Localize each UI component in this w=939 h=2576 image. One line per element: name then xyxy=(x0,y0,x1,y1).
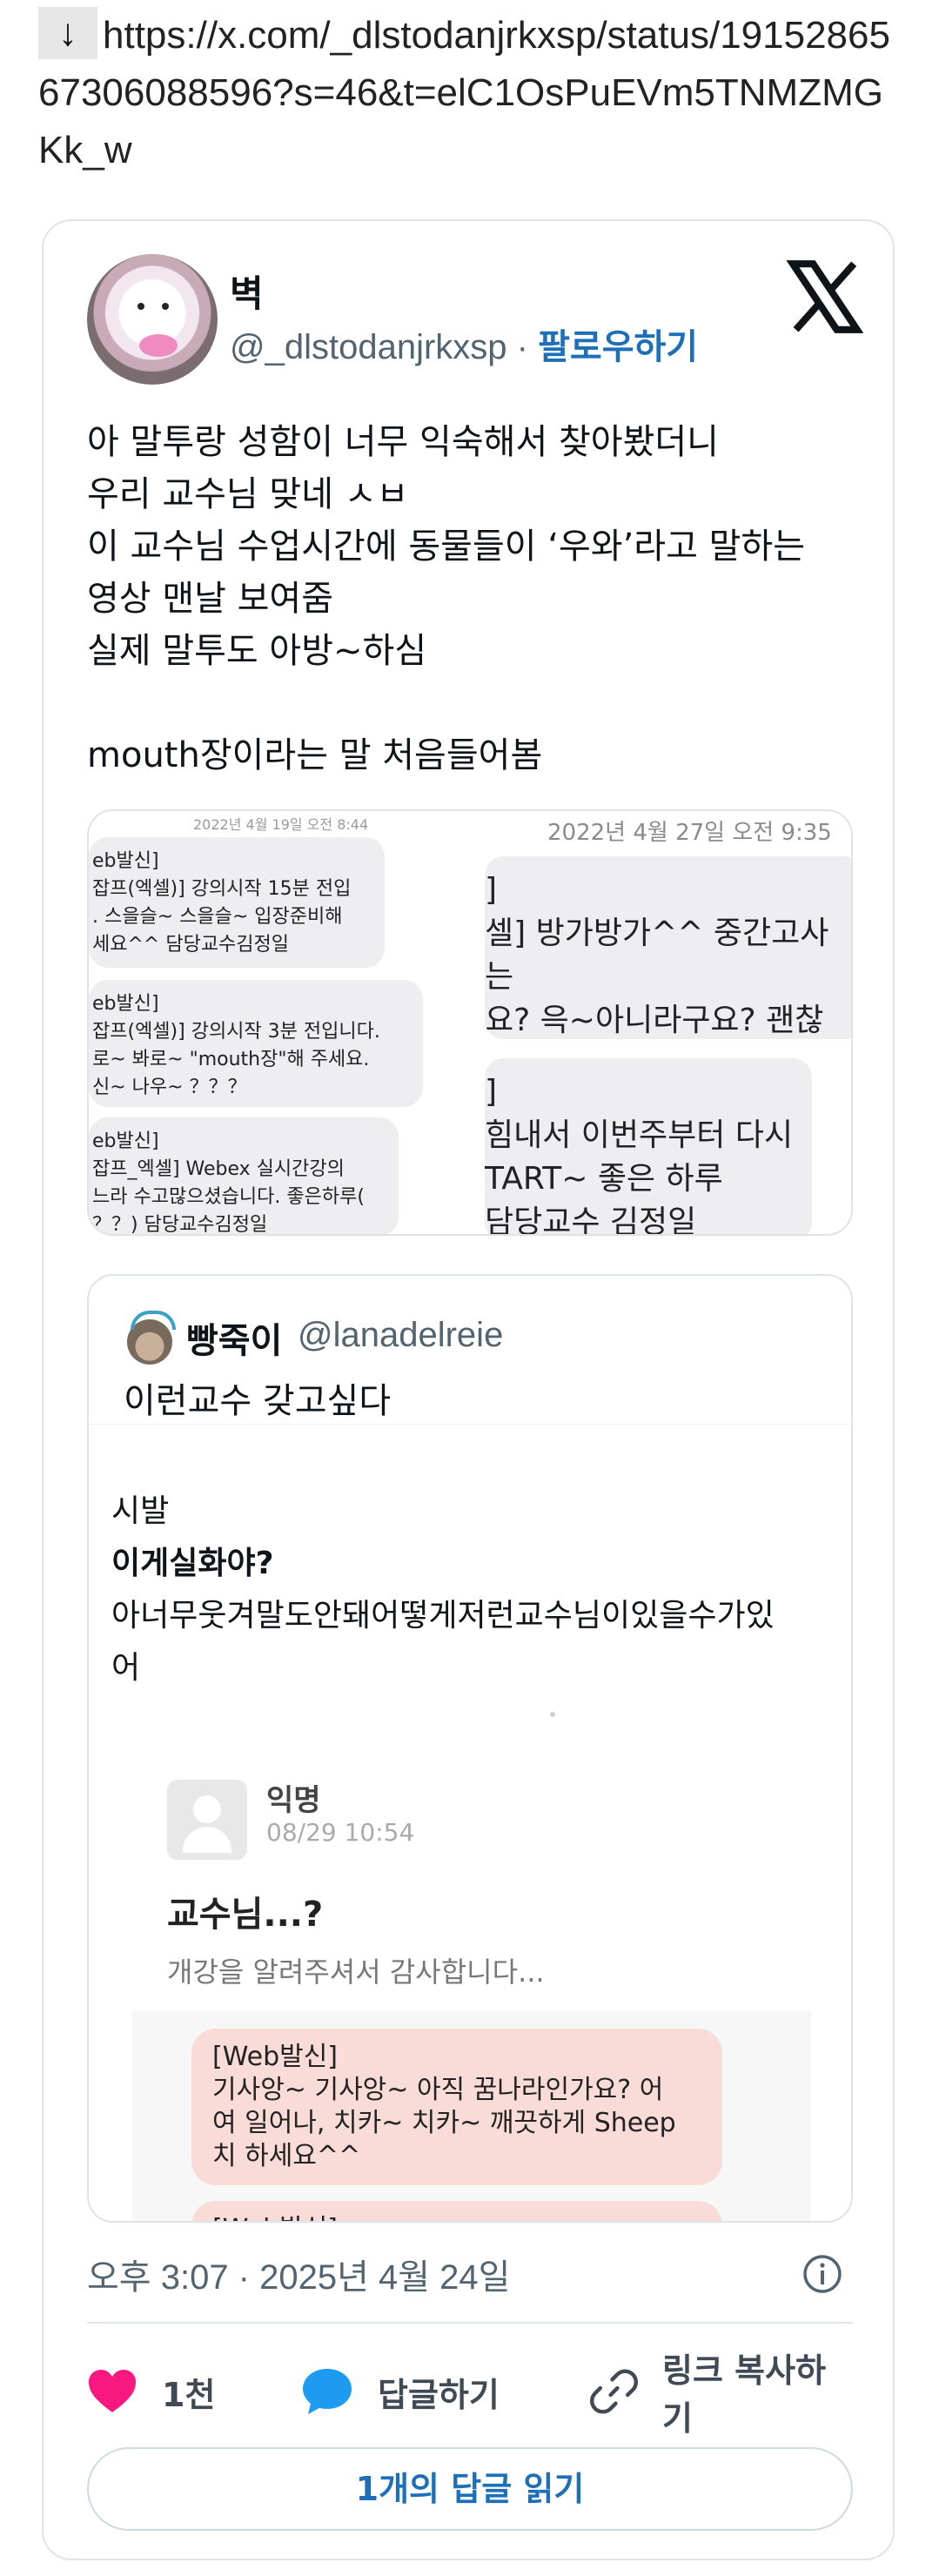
quote-image-caption: 시발이게실화야? 아너무웃겨말도안돼어떻게저런교수님이있을수가있 어 xyxy=(111,1486,834,1694)
down-arrow-icon: ↓ xyxy=(38,7,97,59)
x-logo-icon[interactable] xyxy=(785,258,863,336)
quote-avatar xyxy=(127,1311,176,1365)
quoted-tweet[interactable]: 빵죽이 @lanadelreie 이런교수 갖고싶다 시발이게실화야? 아너무웃겨… xyxy=(87,1274,853,2223)
divider xyxy=(87,2322,853,2324)
tweet-timestamp[interactable]: 오후 3:07 · 2025년 4월 24일 xyxy=(87,2249,510,2299)
read-replies-button[interactable]: 1개의 답글 읽기 xyxy=(87,2447,853,2531)
quote-author-name: 빵죽이 xyxy=(186,1321,283,1361)
speech-bubble-icon xyxy=(303,2369,352,2414)
tweet-embed-card: 벽 @_dlstodanjrkxsp · 팔로우하기 아 말투랑 성함이 너무 … xyxy=(42,219,895,2560)
author-name[interactable]: 벽 xyxy=(230,265,264,318)
info-icon[interactable] xyxy=(802,2254,842,2294)
avatar[interactable] xyxy=(87,254,218,385)
message-bubble: [Web발신] 기사앙~ 기사앙~ 아직 꿈나라인가요? 어 여 일어나, 치카… xyxy=(191,2029,722,2185)
tweet-actions: 1천 답글하기 링크 복사하기 xyxy=(87,2351,853,2438)
separator: · xyxy=(506,328,539,366)
post-subtitle: 개강을 알려주셔서 감사합니다... xyxy=(167,1955,545,1989)
quote-author-handle: @lanadelreie xyxy=(298,1316,504,1354)
message-bubble: [Web발신] xyxy=(191,2201,722,2221)
shared-link[interactable]: ↓ https://x.com/_dlstodanjrkxsp/status/19… xyxy=(38,7,909,179)
link-url[interactable]: https://x.com/_dlstodanjrkxsp/status/191… xyxy=(38,14,890,171)
sms-bubble: eb발신] 잡프_엑셀] Webex 실시간강의 느라 수고많으셨습니다. 좋은… xyxy=(89,1117,399,1234)
caption-line: 시발 xyxy=(111,1493,170,1529)
caption-line: 이게실화야? xyxy=(111,1546,274,1581)
sms-bubble: eb발신] 잡프(엑셀)] 강의시작 15분 전입 . 스을슬~ 스을슬~ 입장… xyxy=(89,837,385,968)
media-screenshot-left[interactable]: 2022년 4월 19일 오전 8:44 eb발신] 잡프(엑셀)] 강의시작 … xyxy=(89,811,485,1234)
avatar-dog-face xyxy=(125,280,181,329)
divider-dot xyxy=(550,1712,555,1717)
post-title: 교수님...? xyxy=(167,1895,324,1935)
quote-text: 이런교수 갖고싶다 xyxy=(124,1381,392,1421)
link-icon xyxy=(590,2369,638,2414)
follow-button[interactable]: 팔로우하기 xyxy=(538,327,698,367)
like-count: 1천 xyxy=(162,2375,216,2414)
media-timestamp: 2022년 4월 19일 오전 8:44 xyxy=(193,816,369,833)
avatar-bow xyxy=(139,334,178,357)
heart-icon xyxy=(89,2370,136,2412)
reply-button[interactable]: 답글하기 xyxy=(301,2357,500,2426)
sms-bubble: ] 힘내서 이번주부터 다시 TART~ 좋은 하루 담당교수 김정일 xyxy=(485,1058,812,1234)
avatar-eye xyxy=(162,303,169,310)
like-button[interactable]: 1천 xyxy=(87,2357,215,2426)
message-screenshot: [Web발신] 기사앙~ 기사앙~ 아직 꿈나라인가요? 어 여 일어나, 치카… xyxy=(132,2011,811,2221)
author-handle[interactable]: @_dlstodanjrkxsp xyxy=(230,328,507,366)
anonymous-avatar-icon xyxy=(167,1780,247,1860)
reply-label: 답글하기 xyxy=(378,2375,500,2414)
quote-image[interactable]: 시발이게실화야? 아너무웃겨말도안돼어떻게저런교수님이있을수가있 어 익명 08/… xyxy=(89,1424,851,2221)
caption-line: 아너무웃겨말도안돼어떻게저런교수님이있을수가있 어 xyxy=(111,1598,775,1686)
sms-bubble: eb발신] 잡프(엑셀)] 강의시작 3분 전입니다. 로~ 봐로~ "mout… xyxy=(89,980,423,1107)
author-handle-row: @_dlstodanjrkxsp · 팔로우하기 xyxy=(230,319,698,369)
sms-bubble: ] 셀] 방가방가^^ 중간고사는 요? 윽~아니라구요? 괜찮 고사가 있으 xyxy=(485,856,851,1039)
copy-link-button[interactable]: 링크 복사하기 xyxy=(590,2351,853,2438)
copy-link-label: 링크 복사하기 xyxy=(662,2351,827,2438)
media-screenshot-right[interactable]: 2022년 4월 27일 오전 9:35 ] 셀] 방가방가^^ 중간고사는 요… xyxy=(485,811,851,1234)
tweet-text: 아 말투랑 성함이 너무 익숙해서 찾아봤더니 우리 교수님 맞네 ㅅㅂ 이 교… xyxy=(87,422,806,775)
tweet-media[interactable]: 2022년 4월 19일 오전 8:44 eb발신] 잡프(엑셀)] 강의시작 … xyxy=(87,809,853,1236)
anonymous-date: 08/29 10:54 xyxy=(266,1818,415,1847)
media-timestamp: 2022년 4월 27일 오전 9:35 xyxy=(547,820,832,846)
anonymous-name: 익명 xyxy=(266,1783,321,1818)
avatar-eye xyxy=(137,303,144,310)
